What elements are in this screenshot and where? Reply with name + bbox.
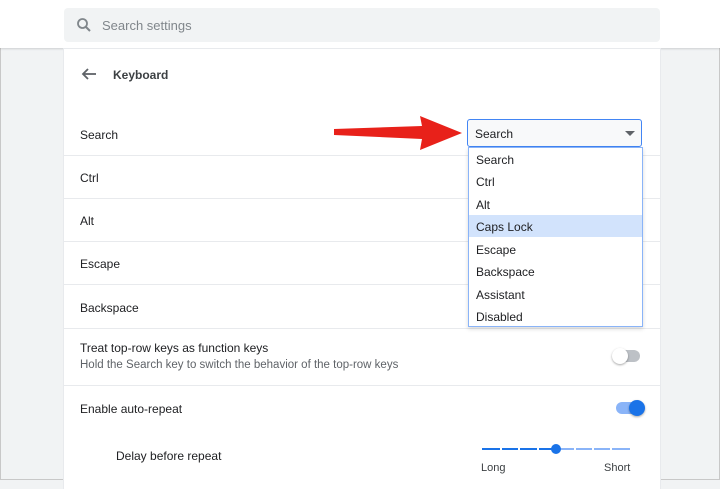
slider-tick <box>537 448 539 450</box>
function-keys-description: Hold the Search key to switch the behavi… <box>80 359 399 371</box>
search-key-dropdown: Search Ctrl Alt Caps Lock Escape Backspa… <box>468 147 643 327</box>
select-value: Search <box>475 127 514 141</box>
search-bar[interactable] <box>64 8 660 42</box>
option-label: Disabled <box>476 310 523 324</box>
dropdown-option-search[interactable]: Search <box>469 148 642 170</box>
slider-tick <box>574 448 576 450</box>
slider-tick <box>500 448 502 450</box>
page-title: Keyboard <box>113 68 169 82</box>
page-header: Keyboard <box>64 49 660 101</box>
option-label: Search <box>476 153 515 167</box>
function-keys-toggle[interactable] <box>612 348 640 364</box>
search-icon <box>77 18 91 32</box>
row-function-keys[interactable]: Treat top-row keys as function keys Hold… <box>64 328 660 385</box>
delay-slider-handle[interactable] <box>551 444 561 454</box>
dropdown-option-alt[interactable]: Alt <box>469 193 642 215</box>
row-auto-repeat[interactable]: Enable auto-repeat <box>64 385 660 430</box>
search-input[interactable] <box>102 8 642 42</box>
back-arrow-icon[interactable] <box>78 63 100 85</box>
delay-max-label: Short <box>604 462 631 474</box>
row-label-alt: Alt <box>80 214 95 228</box>
option-label: Caps Lock <box>476 220 533 234</box>
row-label-escape: Escape <box>80 257 121 271</box>
slider-tick <box>610 448 612 450</box>
row-label-backspace: Backspace <box>80 301 139 315</box>
dropdown-option-caps-lock[interactable]: Caps Lock <box>469 215 642 237</box>
option-label: Assistant <box>476 288 525 302</box>
slider-tick <box>592 448 594 450</box>
dropdown-option-escape[interactable]: Escape <box>469 238 642 260</box>
dropdown-option-backspace[interactable]: Backspace <box>469 260 642 282</box>
dropdown-option-ctrl[interactable]: Ctrl <box>469 170 642 192</box>
option-label: Escape <box>476 243 517 257</box>
slider-tick <box>518 448 520 450</box>
top-bar <box>0 0 720 48</box>
auto-repeat-label: Enable auto-repeat <box>80 402 183 416</box>
delay-min-label: Long <box>481 462 506 474</box>
red-arrow-annotation <box>334 116 462 150</box>
row-label-search: Search <box>80 128 119 142</box>
auto-repeat-toggle[interactable] <box>616 400 645 416</box>
option-label: Ctrl <box>476 175 495 189</box>
chevron-down-icon <box>625 131 635 136</box>
row-label-ctrl: Ctrl <box>80 171 99 185</box>
function-keys-label: Treat top-row keys as function keys <box>80 341 269 355</box>
dropdown-option-assistant[interactable]: Assistant <box>469 283 642 305</box>
search-key-select[interactable]: Search <box>467 119 642 147</box>
option-label: Alt <box>476 198 491 212</box>
toggle-knob <box>629 400 645 416</box>
toggle-knob <box>612 348 628 364</box>
option-label: Backspace <box>476 265 535 279</box>
delay-label: Delay before repeat <box>116 449 222 463</box>
dropdown-option-disabled[interactable]: Disabled <box>469 305 642 327</box>
